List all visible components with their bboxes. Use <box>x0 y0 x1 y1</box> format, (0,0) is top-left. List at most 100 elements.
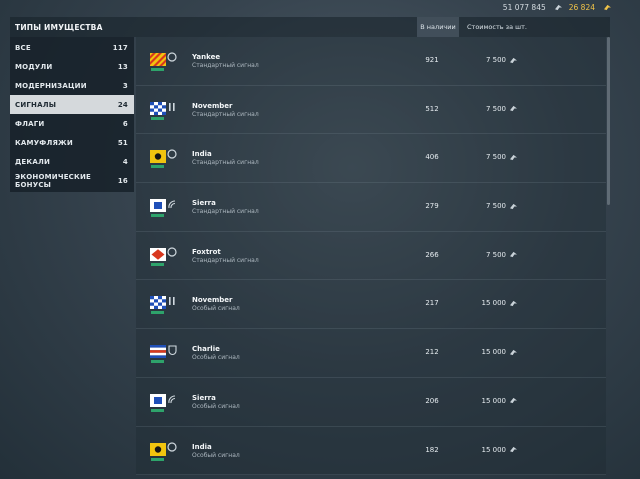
item-description: Особый сигнал <box>192 354 240 362</box>
sidebar-item-count: 16 <box>117 176 128 185</box>
item-price: 15 000 <box>462 299 518 307</box>
category-sidebar: ВСЕ 117 МОДУЛИ 13 МОДЕРНИЗАЦИИ 3 СИГНАЛЫ 24 … <box>10 37 134 192</box>
charlie-flag-icon <box>150 345 177 364</box>
item-name: Sierra <box>192 393 216 402</box>
item-name: Yankee <box>192 53 221 61</box>
credits-icon <box>510 57 517 63</box>
item-stock: 217 <box>425 299 439 308</box>
sidebar-item-count: 51 <box>117 138 128 147</box>
item-name: November <box>192 296 233 305</box>
item-price-value: 7 500 <box>485 153 506 162</box>
item-price-value: 15 000 <box>481 299 507 308</box>
doubloons-amount: 26 824 <box>568 2 595 12</box>
credits-amount: 51 077 845 <box>502 2 546 12</box>
item-description: Стандартный сигнал <box>192 159 259 167</box>
item-stock: 512 <box>425 104 439 113</box>
foxtrot-flag-icon <box>150 247 177 266</box>
item-price: 15 000 <box>462 397 518 405</box>
list-item[interactable]: November Стандартный сигнал 512 7 500 <box>136 85 606 135</box>
item-description: Стандартный сигнал <box>192 110 259 118</box>
list-item[interactable]: Sierra Стандартный сигнал 279 7 500 <box>136 183 606 232</box>
item-description: Особый сигнал <box>192 402 240 410</box>
credits-icon <box>554 4 562 10</box>
item-price-value: 7 500 <box>485 250 506 259</box>
item-description: Стандартный сигнал <box>192 62 259 69</box>
sidebar-item-signals[interactable]: СИГНАЛЫ 24 <box>10 95 134 114</box>
inventory-list: Yankee Стандартный сигнал 921 7 500 Nove… <box>136 37 606 476</box>
sidebar-item-count: 6 <box>122 119 128 128</box>
item-price: 7 500 <box>462 153 518 161</box>
sidebar-item-flags[interactable]: ФЛАГИ 6 <box>10 114 134 133</box>
sidebar-item-decals[interactable]: ДЕКАЛИ 4 <box>10 152 134 171</box>
list-item[interactable]: Sierra Особый сигнал 206 15 000 <box>136 377 606 427</box>
november-flag-icon <box>150 101 175 120</box>
item-stock: 182 <box>425 445 439 454</box>
item-stock: 406 <box>425 153 439 162</box>
sidebar-item-count: 117 <box>112 43 128 52</box>
item-description: Особый сигнал <box>192 305 240 313</box>
item-stock: 266 <box>425 250 439 259</box>
sidebar-item-economic-bonuses[interactable]: ЭКОНОМИЧЕСКИЕ БОНУСЫ 16 <box>10 171 134 190</box>
item-name: India <box>192 442 212 451</box>
item-price: 7 500 <box>462 105 518 113</box>
item-name: Foxtrot <box>192 247 221 256</box>
india-flag-icon <box>150 441 177 461</box>
list-item[interactable]: Yankee Стандартный сигнал 921 7 500 <box>136 37 606 86</box>
list-scrollbar[interactable] <box>607 37 610 205</box>
item-name: November <box>192 101 233 110</box>
sidebar-title: ТИПЫ ИМУЩЕСТВА <box>15 23 103 32</box>
sidebar-item-label: ВСЕ <box>15 43 31 52</box>
item-stock: 279 <box>425 202 439 211</box>
sidebar-item-all[interactable]: ВСЕ 117 <box>10 38 134 57</box>
sidebar-item-label: ЭКОНОМИЧЕСКИЕ БОНУСЫ <box>15 172 91 189</box>
item-name: Charlie <box>192 345 220 354</box>
item-price-value: 15 000 <box>481 445 507 454</box>
currency-bar: 51 077 845 26 824 <box>503 0 640 14</box>
item-price-value: 7 500 <box>485 202 506 211</box>
list-item[interactable]: November Особый сигнал 217 15 000 <box>136 280 606 330</box>
item-price-value: 15 000 <box>481 348 507 357</box>
credits-icon <box>510 398 517 404</box>
credits-icon <box>510 106 517 112</box>
sidebar-item-label: СИГНАЛЫ <box>15 100 57 109</box>
credits-icon <box>510 446 517 453</box>
sidebar-item-label: ДЕКАЛИ <box>15 157 51 166</box>
item-price: 7 500 <box>462 56 518 64</box>
sidebar-item-label: ФЛАГИ <box>15 119 45 128</box>
sidebar-item-count: 13 <box>117 62 128 71</box>
credits-icon <box>510 154 517 160</box>
sierra-flag-icon <box>150 199 176 218</box>
sidebar-item-camouflages[interactable]: КАМУФЛЯЖИ 51 <box>10 133 134 152</box>
credits-icon <box>510 300 517 307</box>
item-name: Sierra <box>192 199 216 208</box>
sidebar-item-label: КАМУФЛЯЖИ <box>15 138 73 147</box>
credits-icon <box>510 252 517 258</box>
item-price: 15 000 <box>462 348 518 356</box>
sidebar-item-count: 24 <box>117 100 128 109</box>
item-stock: 921 <box>425 56 439 64</box>
item-description: Особый сигнал <box>192 451 240 459</box>
item-price-value: 15 000 <box>481 396 507 405</box>
item-stock: 212 <box>425 348 439 357</box>
doubloons-icon <box>604 4 611 10</box>
credits-icon <box>510 349 517 355</box>
column-price-header[interactable]: Стоимость за шт. <box>462 17 537 37</box>
list-item[interactable]: India Стандартный сигнал 406 7 500 <box>136 134 606 184</box>
item-price: 15 000 <box>462 446 518 454</box>
november-flag-icon <box>150 296 175 315</box>
item-name: India <box>192 150 212 159</box>
sierra-flag-icon <box>150 393 176 412</box>
item-description: Стандартный сигнал <box>192 256 259 264</box>
india-flag-icon <box>150 149 177 169</box>
list-item[interactable]: India Особый сигнал 182 15 000 <box>136 426 606 476</box>
item-price: 7 500 <box>462 202 518 210</box>
sidebar-item-upgrades[interactable]: МОДЕРНИЗАЦИИ 3 <box>10 76 134 95</box>
credits-icon <box>510 203 517 209</box>
column-stock-header[interactable]: В наличии <box>417 17 459 37</box>
list-item[interactable]: Charlie Особый сигнал 212 15 000 <box>136 329 606 378</box>
item-stock: 206 <box>425 396 439 405</box>
list-item[interactable]: Foxtrot Стандартный сигнал 266 7 500 <box>136 231 606 281</box>
yankee-flag-icon <box>150 52 177 71</box>
sidebar-item-label: МОДУЛИ <box>15 62 53 71</box>
sidebar-item-modules[interactable]: МОДУЛИ 13 <box>10 57 134 76</box>
